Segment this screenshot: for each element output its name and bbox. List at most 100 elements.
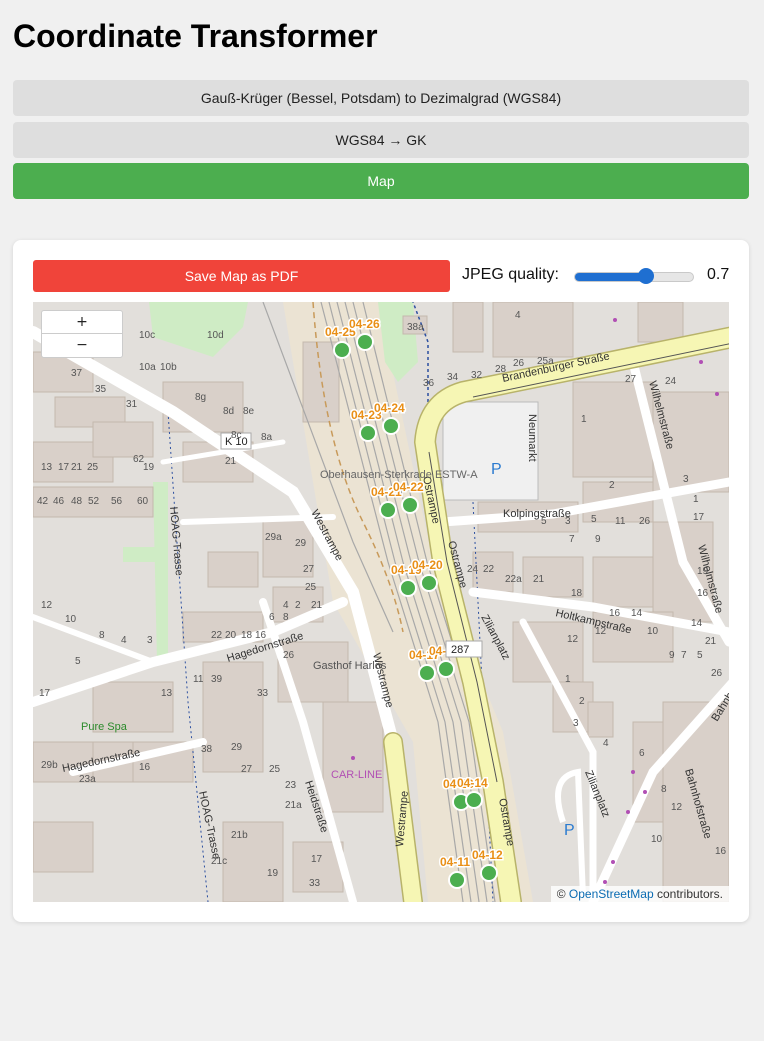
- house-number: 36: [423, 378, 435, 389]
- jpeg-quality-value: 0.7: [707, 266, 730, 283]
- zoom-out-button[interactable]: −: [42, 334, 122, 356]
- openstreetmap-link[interactable]: OpenStreetMap: [569, 887, 654, 901]
- house-number: 46: [53, 496, 65, 507]
- page-title: Coordinate Transformer: [13, 18, 378, 54]
- map-label: Pure Spa: [81, 721, 128, 733]
- house-number: 21: [705, 636, 717, 647]
- house-number: 10d: [207, 330, 224, 341]
- house-number: 11: [193, 674, 204, 685]
- house-number: 10: [647, 626, 659, 637]
- house-number: 56: [111, 496, 123, 507]
- house-number: 9: [669, 650, 675, 661]
- house-number: 28: [495, 364, 507, 375]
- house-number: 33: [257, 688, 269, 699]
- parking-zilianplatz-icon: P: [564, 822, 575, 839]
- house-number: 27: [303, 564, 315, 575]
- house-number: 3: [565, 516, 571, 527]
- jpeg-quality-slider[interactable]: [574, 268, 694, 284]
- jpeg-quality-fill: [575, 273, 646, 281]
- gk-to-wgs84-button[interactable]: Gauß-Krüger (Bessel, Potsdam) to Dezimal…: [13, 80, 749, 116]
- house-number: 21c: [211, 856, 227, 867]
- marker-label-04-12: 04-12: [472, 848, 503, 862]
- marker-label-04-14: 04-14: [457, 776, 488, 790]
- house-number: 14: [691, 618, 703, 629]
- house-number: 34: [447, 372, 459, 383]
- house-number: 33: [309, 878, 321, 889]
- map-label: Gasthof Harlos: [313, 660, 387, 672]
- house-number: 5: [541, 516, 547, 527]
- house-number: 17: [693, 512, 705, 523]
- attribution-copyright: ©: [556, 887, 566, 901]
- house-number: 1: [565, 674, 571, 685]
- house-number: 8c: [231, 430, 242, 441]
- house-number: 16: [715, 846, 727, 857]
- jpeg-quality-label: JPEG quality:: [462, 266, 559, 283]
- jpeg-quality-thumb[interactable]: [637, 268, 654, 284]
- house-number: 7: [681, 650, 687, 661]
- house-number: 32: [471, 370, 483, 381]
- house-number: 10: [651, 834, 663, 845]
- house-number: 8: [283, 612, 289, 623]
- house-number: 5: [697, 650, 703, 661]
- map-button[interactable]: Map: [13, 163, 749, 199]
- house-number: 48: [71, 496, 83, 507]
- house-number: 12: [595, 626, 607, 637]
- house-number: 10: [65, 614, 77, 625]
- house-number: 1: [693, 494, 699, 505]
- house-number: 10b: [160, 362, 177, 373]
- house-number: 8: [99, 630, 105, 641]
- house-number: 7: [569, 534, 575, 545]
- house-number: 29: [295, 538, 307, 549]
- house-number: 19: [697, 566, 709, 577]
- map-view[interactable]: P P 04-25 04-26 04-23 04-24 04-21 04-22: [33, 302, 729, 902]
- house-number: 13: [161, 688, 173, 699]
- house-number: 17: [311, 854, 323, 865]
- house-number: 12: [567, 634, 579, 645]
- map-label: Oberhausen-Sterkrade ESTW-A: [320, 469, 478, 481]
- house-number: 6: [639, 748, 645, 759]
- house-number: 13: [41, 462, 53, 473]
- house-number: 21: [71, 462, 83, 473]
- house-number: 22: [211, 630, 223, 641]
- house-number: 3: [147, 635, 153, 646]
- house-number: 2: [609, 480, 615, 491]
- house-number: 21a: [285, 800, 302, 811]
- house-number: 1: [581, 414, 587, 425]
- house-number: 38: [201, 744, 213, 755]
- save-map-pdf-button[interactable]: Save Map as PDF: [33, 260, 450, 292]
- house-number: 4: [603, 738, 609, 749]
- wgs84-to-gk-button[interactable]: WGS84 → GK: [13, 122, 749, 158]
- house-number: 26: [513, 358, 525, 369]
- house-number: 17: [58, 462, 70, 473]
- house-number: 4: [121, 635, 127, 646]
- house-number: 24: [665, 376, 677, 387]
- house-number: 20: [225, 630, 237, 641]
- house-number: 60: [137, 496, 149, 507]
- house-number: 21: [225, 456, 237, 467]
- house-number: 23: [285, 780, 297, 791]
- house-number: 12: [41, 600, 53, 611]
- house-number: 8: [661, 784, 667, 795]
- house-number: 8d: [223, 406, 234, 417]
- house-number: 26: [639, 516, 651, 527]
- house-number: 11: [615, 516, 626, 527]
- house-number: 18: [571, 588, 583, 599]
- house-number: 25a: [537, 356, 554, 367]
- house-number: 3: [573, 718, 579, 729]
- house-number: 5: [75, 656, 81, 667]
- attribution-suffix: contributors.: [656, 887, 723, 901]
- house-number: 17: [39, 688, 51, 699]
- house-number: 31: [126, 399, 138, 410]
- marker-label-04-26: 04-26: [349, 317, 380, 331]
- house-number: 22: [483, 564, 495, 575]
- zoom-in-button[interactable]: +: [42, 311, 122, 334]
- house-number: 18: [241, 630, 253, 641]
- map-label: 287: [451, 644, 469, 656]
- house-number: 19: [143, 462, 155, 473]
- marker-label-04-20: 04-20: [412, 558, 443, 572]
- marker-label-04-22: 04-22: [393, 480, 424, 494]
- house-number: 39: [211, 674, 223, 685]
- parking-neumarkt-icon: P: [491, 461, 502, 478]
- map-attribution: © OpenStreetMap contributors.: [550, 886, 729, 902]
- house-number: 29a: [265, 532, 282, 543]
